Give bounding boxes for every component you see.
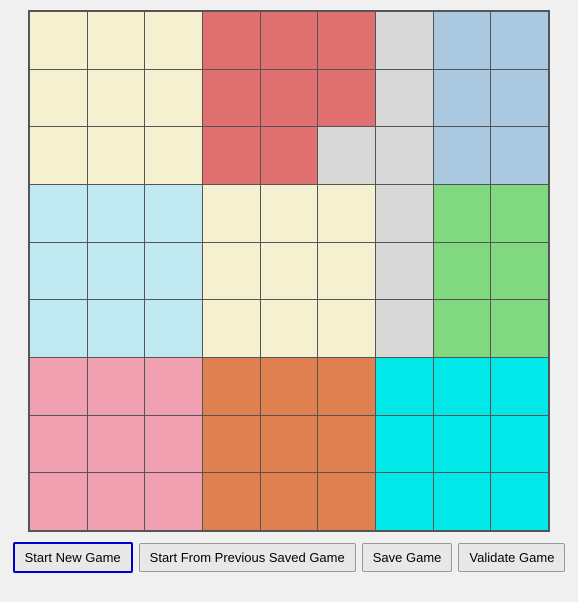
- button-row: Start New Game Start From Previous Saved…: [10, 542, 568, 573]
- grid-cell: [318, 12, 375, 69]
- grid-cell: [145, 185, 202, 242]
- grid-cell: [261, 416, 318, 473]
- grid-cell: [88, 12, 145, 69]
- grid-cell: [318, 243, 375, 300]
- grid-cell: [145, 300, 202, 357]
- grid-cell: [376, 300, 433, 357]
- grid-cell: [203, 416, 260, 473]
- grid-cell: [376, 12, 433, 69]
- grid-cell: [376, 473, 433, 530]
- grid-cell: [491, 12, 548, 69]
- grid-cell: [376, 70, 433, 127]
- grid-cell: [434, 70, 491, 127]
- grid-cell: [30, 473, 87, 530]
- grid-cell: [30, 127, 87, 184]
- grid-cell: [434, 358, 491, 415]
- grid-cell: [30, 416, 87, 473]
- grid-cell: [261, 473, 318, 530]
- grid-cell: [376, 127, 433, 184]
- grid-cell: [145, 358, 202, 415]
- grid-cell: [88, 70, 145, 127]
- grid-cell: [318, 300, 375, 357]
- grid-cell: [434, 243, 491, 300]
- grid-cell: [376, 358, 433, 415]
- grid-cell: [318, 416, 375, 473]
- grid-cell: [261, 185, 318, 242]
- grid-cell: [261, 243, 318, 300]
- grid-cell: [376, 243, 433, 300]
- grid-cell: [203, 185, 260, 242]
- grid-cell: [434, 416, 491, 473]
- grid-cell: [318, 70, 375, 127]
- grid-cell: [434, 185, 491, 242]
- game-grid: [28, 10, 550, 532]
- grid-cell: [88, 243, 145, 300]
- grid-cell: [261, 300, 318, 357]
- grid-cell: [88, 300, 145, 357]
- grid-cell: [491, 416, 548, 473]
- grid-cell: [491, 70, 548, 127]
- grid-cell: [145, 12, 202, 69]
- grid-cell: [318, 185, 375, 242]
- grid-cell: [491, 243, 548, 300]
- grid-cell: [203, 243, 260, 300]
- grid-cell: [145, 127, 202, 184]
- grid-cell: [203, 12, 260, 69]
- grid-cell: [318, 473, 375, 530]
- start-from-saved-button[interactable]: Start From Previous Saved Game: [139, 543, 356, 572]
- grid-cell: [491, 185, 548, 242]
- grid-cell: [30, 243, 87, 300]
- grid-cell: [145, 473, 202, 530]
- grid-cell: [318, 127, 375, 184]
- grid-cell: [30, 358, 87, 415]
- grid-cell: [491, 127, 548, 184]
- validate-game-button[interactable]: Validate Game: [458, 543, 565, 572]
- grid-cell: [434, 473, 491, 530]
- grid-cell: [376, 416, 433, 473]
- grid-cell: [261, 358, 318, 415]
- grid-cell: [491, 358, 548, 415]
- grid-cell: [88, 416, 145, 473]
- grid-cell: [88, 358, 145, 415]
- grid-cell: [145, 416, 202, 473]
- grid-cell: [88, 127, 145, 184]
- grid-cell: [30, 185, 87, 242]
- grid-cell: [145, 70, 202, 127]
- grid-cell: [203, 473, 260, 530]
- grid-cell: [145, 243, 202, 300]
- grid-cell: [318, 358, 375, 415]
- grid-cell: [203, 127, 260, 184]
- grid-cell: [434, 12, 491, 69]
- grid-cell: [434, 300, 491, 357]
- grid-cell: [261, 127, 318, 184]
- save-game-button[interactable]: Save Game: [362, 543, 453, 572]
- grid-cell: [491, 473, 548, 530]
- grid-cell: [491, 300, 548, 357]
- grid-cell: [376, 185, 433, 242]
- grid-cell: [30, 70, 87, 127]
- grid-cell: [261, 12, 318, 69]
- grid-cell: [203, 300, 260, 357]
- grid-cell: [203, 70, 260, 127]
- start-new-game-button[interactable]: Start New Game: [13, 542, 133, 573]
- grid-cell: [88, 185, 145, 242]
- grid-cell: [30, 12, 87, 69]
- grid-cell: [88, 473, 145, 530]
- grid-cell: [434, 127, 491, 184]
- grid-cell: [203, 358, 260, 415]
- grid-cell: [30, 300, 87, 357]
- grid-cell: [261, 70, 318, 127]
